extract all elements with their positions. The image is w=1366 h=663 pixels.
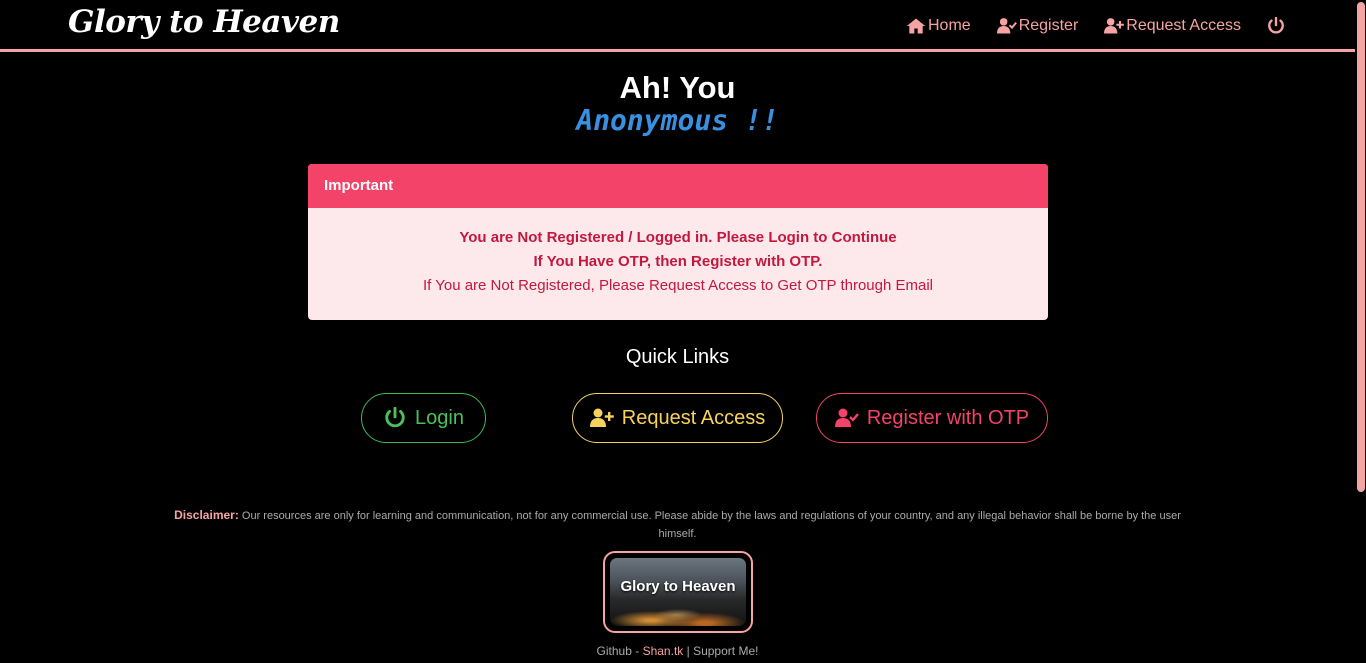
logo-text: Glory to Heaven [620,578,736,595]
request-access-button[interactable]: Request Access [572,393,783,443]
footer-prefix: Github - [596,644,643,658]
power-icon [1268,17,1284,34]
login-button-label: Login [415,406,464,429]
city-lights [610,598,746,626]
page-scrollbar[interactable] [1355,0,1366,663]
register-otp-button[interactable]: Register with OTP [816,393,1048,443]
nav-links: Home Register Request Access [880,0,1285,52]
disclaimer-text: Our resources are only for learning and … [241,510,1181,540]
alert-line-request: If You are Not Registered, Please Reques… [423,277,933,294]
brand-logo[interactable]: Glory to Heaven [68,4,340,40]
navbar: Glory to Heaven Home Register Request Ac… [0,0,1355,52]
disclaimer: Disclaimer: Our resources are only for l… [170,506,1185,543]
greeting-title: Ah! You [619,70,736,105]
nav-power-button[interactable] [1267,17,1285,35]
greeting-username: Anonymous !! [576,104,779,137]
support-link[interactable]: Support Me! [693,644,758,658]
site-logo-card[interactable]: Glory to Heaven [603,551,753,633]
nav-register-link[interactable]: Register [996,17,1079,35]
github-link[interactable]: Shan.tk [643,644,684,658]
nav-register-label: Register [1018,17,1079,34]
footer: Github - Shan.tk | Support Me! [0,644,1355,658]
alert-body: You are Not Registered / Logged in. Plea… [308,208,1048,298]
alert-line-login: You are Not Registered / Logged in. Plea… [459,229,897,246]
quick-links-title: Quick Links [625,346,730,368]
nav-home-link[interactable]: Home [906,17,971,35]
alert-line-otp: If You Have OTP, then Register with OTP. [533,253,823,270]
scrollbar-thumb[interactable] [1357,2,1365,492]
important-alert: Important You are Not Registered / Logge… [308,164,1048,320]
footer-separator: | [683,644,694,658]
site-logo-image: Glory to Heaven [610,558,746,626]
user-check-icon [834,408,859,427]
nav-request-access-link[interactable]: Request Access [1104,17,1241,35]
nav-request-access-label: Request Access [1126,17,1241,34]
nav-home-label: Home [928,17,971,34]
register-otp-button-label: Register with OTP [866,406,1030,429]
alert-header: Important [308,164,1048,208]
home-icon [906,18,926,34]
power-icon [385,407,405,428]
user-check-icon [996,18,1017,34]
user-plus-icon [1104,18,1125,34]
login-button[interactable]: Login [361,393,486,443]
request-access-button-label: Request Access [621,406,766,429]
disclaimer-label: Disclaimer: [174,508,239,522]
user-plus-icon [589,408,614,427]
